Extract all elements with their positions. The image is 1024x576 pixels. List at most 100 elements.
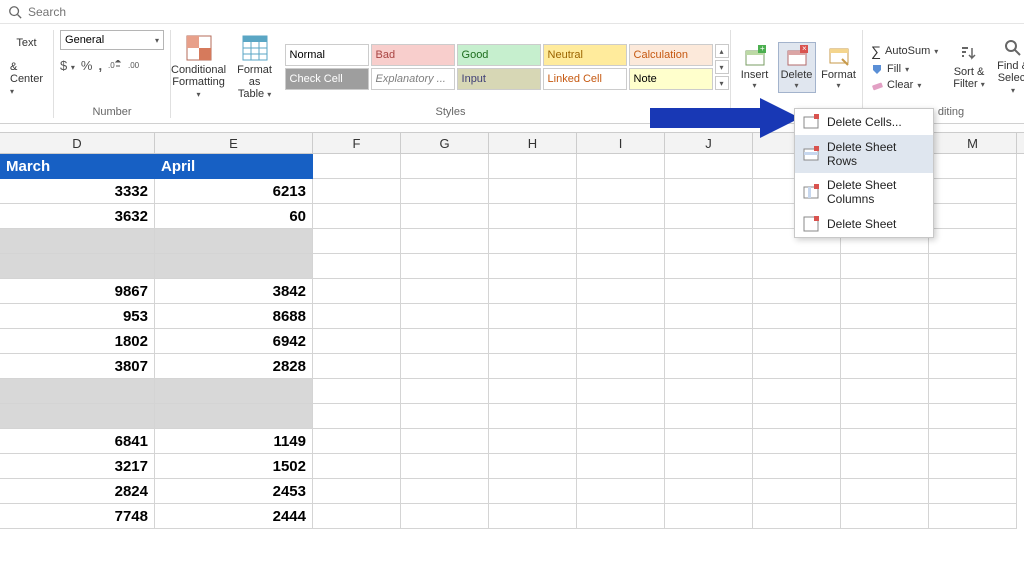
cell-empty[interactable]: [841, 354, 929, 379]
cell-empty[interactable]: [401, 354, 489, 379]
cell-empty[interactable]: [577, 154, 665, 179]
cell-empty[interactable]: [665, 304, 753, 329]
gallery-more-button[interactable]: ▾: [715, 76, 729, 90]
cell-value[interactable]: 3632: [0, 204, 155, 229]
cell-empty[interactable]: [489, 404, 577, 429]
cell-value[interactable]: 60: [155, 204, 313, 229]
cell-styles-gallery[interactable]: NormalBadGoodNeutralCalculationCheck Cel…: [285, 44, 713, 90]
cell-empty[interactable]: [401, 404, 489, 429]
cell-empty[interactable]: [577, 429, 665, 454]
cell-empty[interactable]: [313, 304, 401, 329]
cell-empty[interactable]: [929, 354, 1017, 379]
cell-empty[interactable]: [929, 479, 1017, 504]
gallery-up-button[interactable]: ▴: [715, 44, 729, 58]
format-as-table-button[interactable]: Format as Table ▾: [229, 32, 281, 103]
increase-decimal-button[interactable]: .0: [108, 60, 122, 72]
cell-empty[interactable]: [665, 379, 753, 404]
cell-empty[interactable]: [753, 379, 841, 404]
cell-empty[interactable]: [841, 429, 929, 454]
cell-empty[interactable]: [929, 179, 1017, 204]
cell-value[interactable]: 3217: [0, 454, 155, 479]
cell-empty[interactable]: [577, 329, 665, 354]
cell-empty[interactable]: [577, 229, 665, 254]
cell-empty[interactable]: [577, 379, 665, 404]
clear-button[interactable]: Clear ▾: [869, 78, 945, 92]
cell-empty[interactable]: [489, 504, 577, 529]
cell-empty[interactable]: [577, 354, 665, 379]
cell-empty[interactable]: [401, 379, 489, 404]
cell-empty[interactable]: [577, 279, 665, 304]
cell-empty[interactable]: [841, 504, 929, 529]
cell-empty[interactable]: [577, 304, 665, 329]
search-input[interactable]: [28, 5, 183, 19]
cell-empty[interactable]: [929, 379, 1017, 404]
cell-empty[interactable]: [489, 379, 577, 404]
cell-empty[interactable]: [489, 479, 577, 504]
cell-empty[interactable]: [753, 254, 841, 279]
cell-style-bad[interactable]: Bad: [371, 44, 455, 66]
cell-blank-selected[interactable]: [155, 404, 313, 429]
cell-empty[interactable]: [401, 229, 489, 254]
cell-empty[interactable]: [929, 429, 1017, 454]
cell-empty[interactable]: [665, 454, 753, 479]
cell-value[interactable]: 7748: [0, 504, 155, 529]
col-header-M[interactable]: M: [929, 133, 1017, 153]
cell-empty[interactable]: [665, 204, 753, 229]
autosum-button[interactable]: ∑AutoSum ▾: [869, 42, 945, 60]
cell-empty[interactable]: [665, 229, 753, 254]
cell-style-check-cell[interactable]: Check Cell: [285, 68, 369, 90]
cell-blank-selected[interactable]: [0, 254, 155, 279]
cell-empty[interactable]: [929, 154, 1017, 179]
cell-empty[interactable]: [665, 404, 753, 429]
cell-empty[interactable]: [929, 304, 1017, 329]
gallery-down-button[interactable]: ▾: [715, 60, 729, 74]
cell-value[interactable]: 9867: [0, 279, 155, 304]
cell-value[interactable]: 6841: [0, 429, 155, 454]
cell-style-input[interactable]: Input: [457, 68, 541, 90]
cell-empty[interactable]: [665, 279, 753, 304]
cell-empty[interactable]: [577, 254, 665, 279]
cell-empty[interactable]: [753, 279, 841, 304]
cell-style-good[interactable]: Good: [457, 44, 541, 66]
delete-cells-menuitem[interactable]: Delete Cells...: [795, 109, 933, 135]
cell-empty[interactable]: [313, 204, 401, 229]
cell-empty[interactable]: [841, 404, 929, 429]
cell-value[interactable]: 953: [0, 304, 155, 329]
cell-empty[interactable]: [665, 479, 753, 504]
cell-empty[interactable]: [577, 504, 665, 529]
cell-empty[interactable]: [313, 504, 401, 529]
cell-empty[interactable]: [489, 304, 577, 329]
cell-value[interactable]: 2444: [155, 504, 313, 529]
cell-empty[interactable]: [489, 204, 577, 229]
cell-empty[interactable]: [401, 154, 489, 179]
cell-empty[interactable]: [313, 379, 401, 404]
cell-value[interactable]: 3842: [155, 279, 313, 304]
cell-empty[interactable]: [401, 504, 489, 529]
cell-style-note[interactable]: Note: [629, 68, 713, 90]
cell-empty[interactable]: [665, 179, 753, 204]
fill-button[interactable]: Fill ▾: [869, 62, 945, 76]
cell-empty[interactable]: [313, 329, 401, 354]
sort-filter-button[interactable]: Sort & Filter ▾: [949, 42, 989, 93]
col-header-D[interactable]: D: [0, 133, 155, 153]
cell-empty[interactable]: [401, 279, 489, 304]
cell-blank-selected[interactable]: [155, 379, 313, 404]
cell-empty[interactable]: [313, 229, 401, 254]
cell-empty[interactable]: [313, 479, 401, 504]
cell-empty[interactable]: [401, 329, 489, 354]
cell-empty[interactable]: [665, 254, 753, 279]
cell-value[interactable]: 8688: [155, 304, 313, 329]
accounting-format-button[interactable]: $ ▾: [60, 58, 75, 73]
cell-blank-selected[interactable]: [155, 254, 313, 279]
cell-empty[interactable]: [313, 404, 401, 429]
cell-value[interactable]: 3807: [0, 354, 155, 379]
cell-empty[interactable]: [753, 504, 841, 529]
cell-empty[interactable]: [401, 204, 489, 229]
insert-button[interactable]: + Insert ▾: [736, 42, 774, 93]
cell-empty[interactable]: [665, 154, 753, 179]
cell-blank-selected[interactable]: [0, 404, 155, 429]
cell-empty[interactable]: [841, 329, 929, 354]
delete-button[interactable]: × Delete ▾: [778, 42, 816, 93]
col-header-G[interactable]: G: [401, 133, 489, 153]
cell-empty[interactable]: [841, 304, 929, 329]
